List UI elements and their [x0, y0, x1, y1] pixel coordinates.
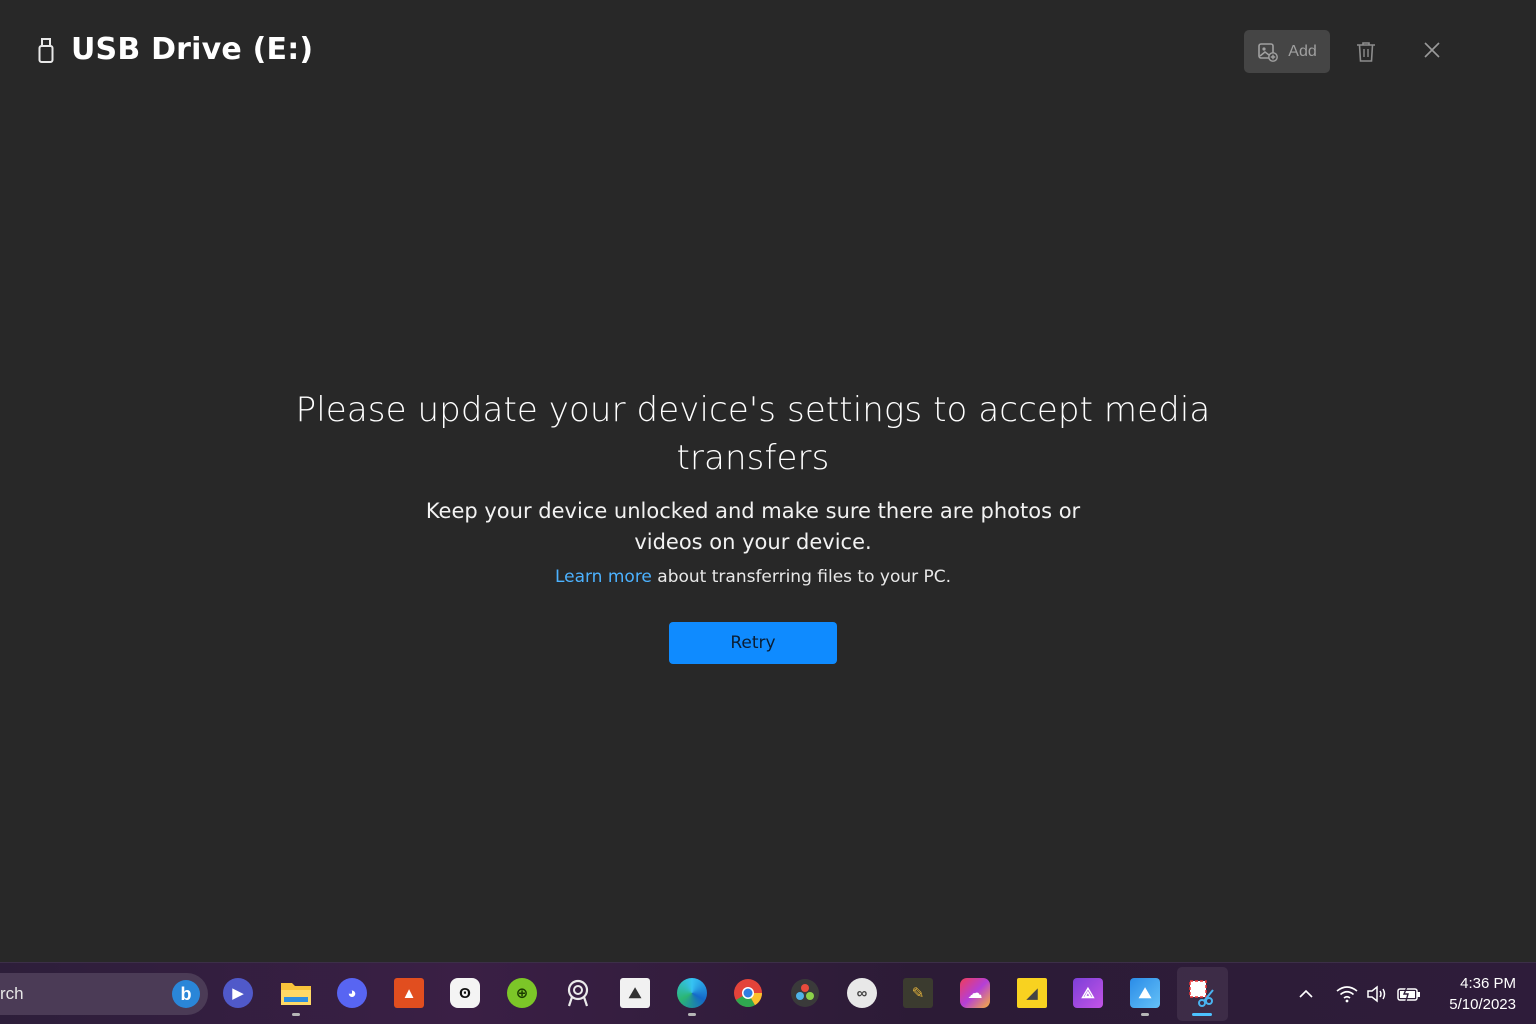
clock-time: 4:36 PM [1460, 975, 1516, 992]
learn-more-text: about transferring files to your PC. [651, 567, 952, 587]
wifi-icon[interactable] [1335, 981, 1359, 1007]
error-message: Please update your device's settings to … [268, 386, 1238, 590]
meet-icon[interactable]: ▶ [221, 976, 255, 1010]
discord-icon[interactable]: ◕ [335, 976, 369, 1010]
vector-icon[interactable]: ✎ [901, 976, 935, 1010]
file-explorer-icon[interactable] [279, 976, 313, 1010]
taskbar: rch b ▶ ◕ ▲ ʘ ⊕ ⛰ ∞ ✎ ☁ ◢ ⟁ ⛰ 4:36 PM 5/… [0, 962, 1536, 1024]
search-input[interactable]: rch [0, 984, 24, 1004]
lasso-icon[interactable]: ʘ [448, 976, 482, 1010]
message-subtext: Keep your device unlocked and make sure … [425, 499, 1081, 554]
affinity-photo-icon[interactable]: ⟁ [1071, 976, 1105, 1010]
chrome-icon[interactable] [731, 976, 765, 1010]
photos-icon[interactable]: ⛰ [1128, 976, 1162, 1010]
message-headline: Please update your device's settings to … [295, 390, 1211, 478]
learn-more-line: Learn more about transferring files to y… [268, 564, 1238, 590]
add-button-label: Add [1288, 42, 1317, 60]
sticky-notes-icon[interactable]: ◢ [1015, 976, 1049, 1010]
close-icon [1424, 42, 1440, 58]
battery-icon[interactable] [1396, 981, 1422, 1007]
add-button[interactable]: Add [1244, 30, 1330, 73]
bing-icon[interactable]: b [172, 980, 200, 1008]
retry-button[interactable]: Retry [669, 622, 837, 664]
learn-more-link[interactable]: Learn more [555, 567, 652, 587]
volume-icon[interactable] [1365, 981, 1389, 1007]
trash-icon [1357, 42, 1375, 62]
cloud-icon[interactable]: ∞ [845, 976, 879, 1010]
usb-drive-icon [38, 38, 54, 63]
close-button[interactable] [1418, 36, 1446, 64]
add-photo-icon [1258, 42, 1279, 62]
android-icon[interactable]: ⊕ [505, 976, 539, 1010]
search-box[interactable]: rch b [0, 973, 208, 1015]
ribbon-icon[interactable] [561, 976, 595, 1010]
creative-cloud-icon[interactable]: ☁ [958, 976, 992, 1010]
snipping-tool-icon[interactable] [1185, 976, 1219, 1010]
gimp-icon[interactable]: ⛰ [618, 976, 652, 1010]
window-title: USB Drive (E:) [71, 32, 314, 67]
show-hidden-icons-chevron-icon[interactable] [1296, 981, 1316, 1007]
title-bar: USB Drive (E:) Add [0, 0, 1536, 100]
delete-button[interactable] [1352, 38, 1380, 66]
clock-date: 5/10/2023 [1449, 996, 1516, 1013]
edge-icon[interactable] [675, 976, 709, 1010]
system-clock[interactable]: 4:36 PM 5/10/2023 [1436, 973, 1516, 1015]
davinci-resolve-icon[interactable] [788, 976, 822, 1010]
sketchbook-icon[interactable]: ▲ [392, 976, 426, 1010]
